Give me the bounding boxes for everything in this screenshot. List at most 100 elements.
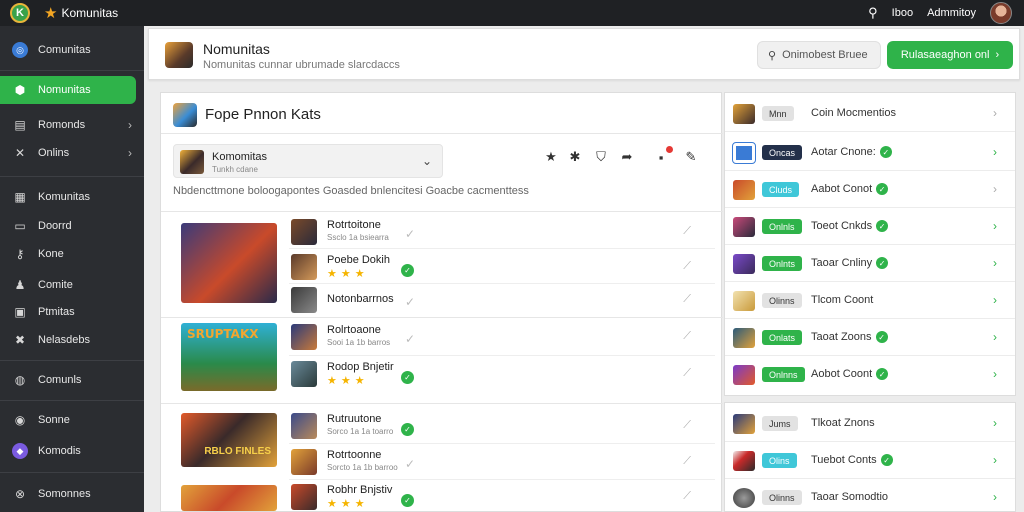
search-icon[interactable]: ⚲: [868, 5, 878, 21]
pin-icon[interactable]: ⟋: [683, 293, 691, 306]
item-label: Aabot Conot: [811, 183, 873, 195]
sidebar-item-onlins[interactable]: ✕ Onlins ›: [0, 139, 144, 167]
list-item[interactable]: Notonbarrnos ✓ ⟋: [289, 283, 715, 317]
game-banner[interactable]: RBLO FINLES: [181, 413, 277, 467]
item-title: Rutruutone: [327, 413, 382, 425]
pin-icon[interactable]: ⟋: [683, 260, 691, 273]
sidebar-item-komodis[interactable]: ◆ Komodis: [0, 437, 144, 465]
shield-icon[interactable]: ⛉: [593, 149, 609, 165]
pin-icon[interactable]: ⟋: [683, 490, 691, 503]
divider: [161, 403, 723, 404]
game-icon: [173, 103, 197, 127]
page-header: Nomunitas Nomunitas cunnar ubrumade slar…: [148, 28, 1020, 80]
community-list-item[interactable]: Jums Tlkoat Znons ›: [725, 405, 1015, 442]
community-list-item[interactable]: Cluds Aabot Conot ✓ ›: [725, 171, 1015, 208]
item-label-wrap: Toeot Cnkds ✓: [811, 220, 889, 233]
sidebar-item-romonds[interactable]: ▤ Romonds ›: [0, 111, 144, 139]
star-icon[interactable]: ★: [543, 149, 559, 165]
verified-icon: ✓: [401, 494, 414, 507]
tag-badge: Olins: [762, 453, 797, 468]
list-item[interactable]: Rotrtoitone Ssclo 1a bsiearra ✓ ⟋: [289, 215, 715, 249]
banner-text: SRUPTAKX: [187, 327, 259, 341]
game-banner[interactable]: [181, 223, 277, 303]
sidebar-item-somonnes[interactable]: ⊗ Somonnes: [0, 480, 144, 508]
community-list-item[interactable]: Oncas Aotar Cnone: ✓ ›: [725, 134, 1015, 171]
sidebar-item-label: Komodis: [38, 445, 81, 457]
puzzle-icon[interactable]: ✱: [567, 149, 583, 165]
community-list-item[interactable]: Onlnls Toeot Cnkds ✓ ›: [725, 208, 1015, 245]
sidebar-item-nelasdebs[interactable]: ✖ Nelasdebs: [0, 326, 144, 354]
tag-badge: Onlnts: [762, 256, 803, 271]
community-list-item[interactable]: Onlnts Taoar Cnliny ✓ ›: [725, 245, 1015, 282]
share-icon[interactable]: ➦: [619, 149, 635, 165]
sun-icon: ◉: [14, 413, 26, 427]
sidebar-item-kone[interactable]: ⚷ Kone: [0, 240, 144, 268]
sidebar-item-comunls[interactable]: ◍ Comunls: [0, 366, 144, 394]
community-list-item[interactable]: Olinns Taoar Somodtio ›: [725, 479, 1015, 512]
discord-icon: ◆: [12, 443, 28, 459]
sidebar-item-label: Doorrd: [38, 220, 72, 232]
pin-icon[interactable]: ⟋: [683, 367, 691, 380]
sidebar-item-ptmitas[interactable]: ▣ Ptmitas: [0, 298, 144, 326]
user-name[interactable]: Admmitoy: [927, 7, 976, 19]
community-dropdown[interactable]: Komomitas Tunkh cdane ⌄: [173, 144, 443, 178]
check-icon: ✓: [405, 332, 416, 346]
pin-icon[interactable]: ⟋: [683, 330, 691, 343]
list-item[interactable]: Rolrtoaone Sooi 1a 1b barros ✓ ⟋: [289, 320, 715, 354]
primary-action-label: Rulasaeaghon onl: [900, 49, 990, 61]
sidebar-item-comite[interactable]: ♟ Comite: [0, 271, 144, 299]
app-title: Komunitas: [61, 6, 119, 20]
item-thumbnail: [733, 180, 755, 200]
list-item[interactable]: Robhr Bnjstiv ★★★ ✓ ⟋: [289, 480, 715, 512]
divider: [0, 70, 144, 71]
community-list-item[interactable]: Mnn Coin Mocmentios ›: [725, 95, 1015, 132]
main-panel: Fope Pnnon Kats Komomitas Tunkh cdane ⌄ …: [160, 92, 723, 512]
pin-icon[interactable]: ⟋: [683, 225, 691, 238]
sidebar-item-nomunitas[interactable]: ⬢ Nomunitas: [0, 76, 136, 104]
divider: [0, 472, 144, 473]
game-banner[interactable]: SRUPTAKX: [181, 323, 277, 391]
community-list-item[interactable]: Olins Tuebot Conts ✓ ›: [725, 442, 1015, 479]
list-item[interactable]: Rodop Bnjetir ★★★ ✓ ⟋: [289, 357, 715, 391]
close-circle-icon: ⊗: [14, 487, 26, 501]
tag-badge: Cluds: [762, 182, 800, 197]
sidebar-item-label: Romonds: [38, 119, 86, 131]
community-list-item[interactable]: Onlats Taoat Zoons ✓ ›: [725, 319, 1015, 356]
list-item[interactable]: Poebe Dokih ★★★ ✓ ⟋: [289, 250, 715, 284]
chevron-right-icon: ›: [995, 49, 1000, 61]
page-subtitle: Nomunitas cunnar ubrumade slarcdaccs: [203, 59, 400, 71]
community-list-item[interactable]: Onlnns Aobot Coont ✓ ›: [725, 356, 1015, 393]
community-list-panel-2: Jums Tlkoat Znons › Olins Tuebot Conts ✓ …: [724, 402, 1016, 512]
dropdown-thumbnail: [180, 150, 204, 174]
list-item[interactable]: Rotrtoonne Sorcto 1a 1b barroo ✓ ⟋: [289, 445, 715, 479]
item-thumbnail: [733, 104, 755, 124]
avatar[interactable]: [990, 2, 1012, 24]
item-label: Taoat Zoons: [811, 331, 872, 343]
inbox-icon: ▤: [14, 118, 26, 132]
edit-icon[interactable]: ✎: [683, 149, 699, 165]
gift-icon[interactable]: ▪: [653, 146, 673, 165]
sidebar-item-sonne[interactable]: ◉ Sonne: [0, 406, 144, 434]
pin-icon[interactable]: ⟋: [683, 419, 691, 432]
game-banner[interactable]: [181, 485, 277, 511]
chevron-right-icon: ›: [993, 219, 997, 233]
sidebar-item-comunitas[interactable]: ◎ Comunitas: [0, 36, 144, 64]
community-list-item[interactable]: Olinns Tlcom Coont ›: [725, 282, 1015, 319]
board-icon: ▭: [14, 219, 26, 233]
pin-icon[interactable]: ⟋: [683, 455, 691, 468]
item-title: Rodop Bnjetir: [327, 361, 394, 373]
list-item[interactable]: Rutruutone Sorco 1a 1a toarro ✓ ⟋: [289, 409, 715, 443]
sidebar-item-doorrd[interactable]: ▭ Doorrd: [0, 212, 144, 240]
item-thumbnail: [733, 451, 755, 471]
primary-action-button[interactable]: Rulasaeaghon onl ›: [887, 41, 1013, 69]
item-thumbnail: [291, 361, 317, 387]
top-link[interactable]: Iboo: [892, 7, 913, 19]
sidebar-item-komunitas[interactable]: ▦ Komunitas: [0, 183, 144, 211]
item-label-wrap: Taoar Cnliny ✓: [811, 257, 889, 270]
check-icon: ✓: [405, 295, 416, 309]
divider: [0, 176, 144, 177]
search-input[interactable]: ⚲ Onimobest Bruee: [757, 41, 881, 69]
panel-title: Fope Pnnon Kats: [205, 106, 321, 123]
app-logo[interactable]: K: [10, 3, 30, 23]
tag-badge: Oncas: [762, 145, 803, 160]
